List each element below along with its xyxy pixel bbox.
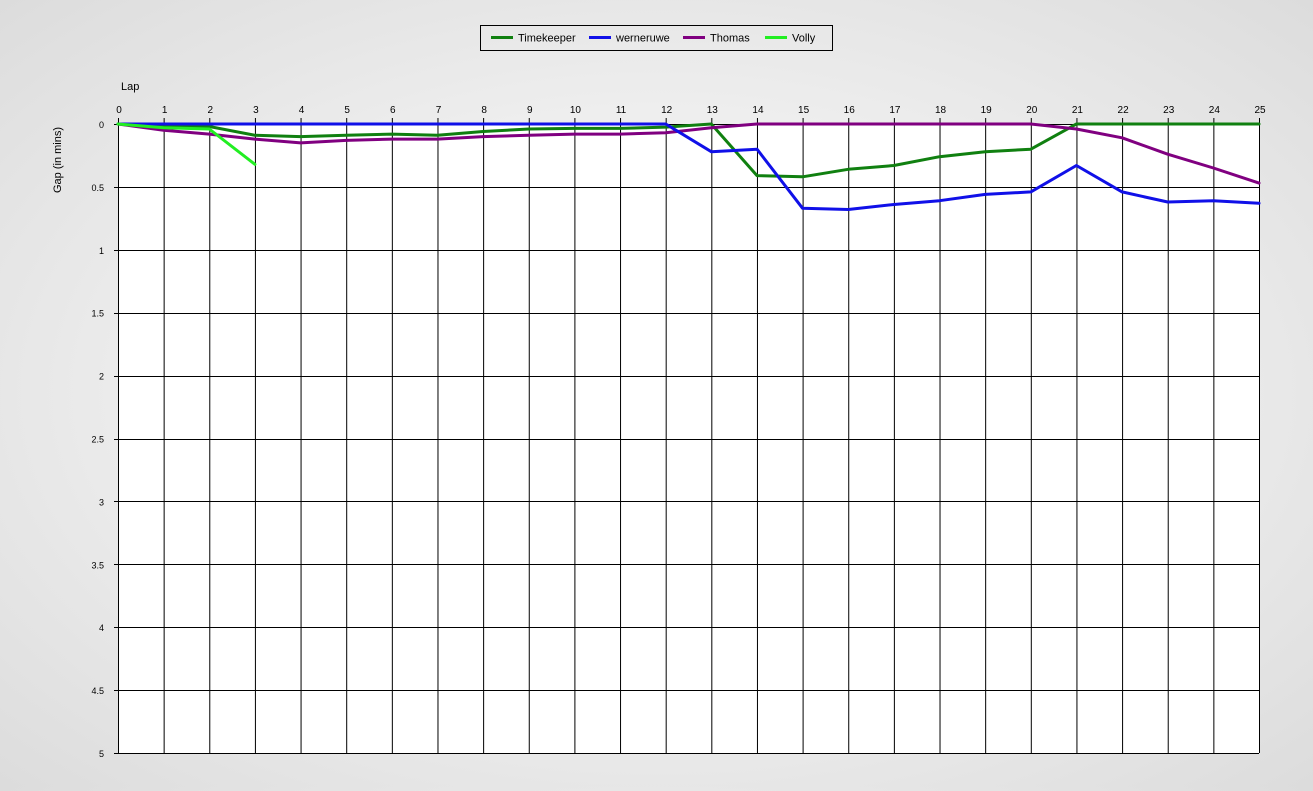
x-tick-label: 3 xyxy=(253,105,259,116)
x-tick-label: 22 xyxy=(1118,105,1130,116)
y-tick-label: 1.5 xyxy=(91,309,104,319)
line-chart: Timekeeper werneruwe Thomas Volly 012345678… xyxy=(52,25,1266,759)
plot-area xyxy=(118,124,1259,753)
x-tick-label: 1 xyxy=(162,105,168,116)
y-tick-label: 4 xyxy=(99,623,104,633)
x-tick-label: 6 xyxy=(390,105,396,116)
x-tick-label: 24 xyxy=(1209,105,1221,116)
x-tick-label: 17 xyxy=(889,105,901,116)
x-tick-label: 2 xyxy=(207,105,213,116)
y-tick-label: 4.5 xyxy=(91,686,104,696)
x-tick-label: 15 xyxy=(798,105,810,116)
x-tick-label: 19 xyxy=(981,105,993,116)
plot-grid xyxy=(114,118,1260,754)
x-axis-label: Lap xyxy=(121,81,139,93)
x-tick-label: 0 xyxy=(116,105,122,116)
chart-container: Timekeeper werneruwe Thomas Volly 012345678… xyxy=(0,0,1313,786)
y-tick-label: 3.5 xyxy=(91,560,104,570)
x-tick-label: 11 xyxy=(616,105,627,116)
x-tick-label: 10 xyxy=(570,105,582,116)
x-tick-label: 25 xyxy=(1254,105,1266,116)
legend-label: Timekeeper xyxy=(518,33,576,45)
x-tick-label: 7 xyxy=(436,105,442,116)
legend-label: werneruwe xyxy=(615,33,670,45)
x-tick-label: 18 xyxy=(935,105,947,116)
y-axis-label: Gap (in mins) xyxy=(52,127,64,193)
legend: Timekeeper werneruwe Thomas Volly xyxy=(480,25,833,51)
y-tick-label: 1 xyxy=(99,246,104,256)
y-tick-label: 5 xyxy=(99,749,104,759)
x-tick-label: 5 xyxy=(344,105,350,116)
y-tick-label: 2.5 xyxy=(91,435,104,445)
legend-label: Volly xyxy=(792,33,816,45)
x-tick-label: 20 xyxy=(1026,105,1038,116)
x-tick-label: 9 xyxy=(527,105,533,116)
x-tick-label: 13 xyxy=(707,105,719,116)
y-tick-label: 3 xyxy=(99,497,104,507)
x-tick-label: 23 xyxy=(1163,105,1175,116)
y-tick-label: 0 xyxy=(99,120,104,130)
x-tick-label: 14 xyxy=(752,105,764,116)
legend-label: Thomas xyxy=(710,33,750,45)
x-tick-label: 16 xyxy=(844,105,856,116)
x-tick-label: 21 xyxy=(1072,105,1084,116)
x-tick-label: 12 xyxy=(661,105,673,116)
y-tick-label: 0.5 xyxy=(91,183,104,193)
x-tick-label: 8 xyxy=(481,105,487,116)
x-tick-label: 4 xyxy=(299,105,305,116)
y-tick-label: 2 xyxy=(99,372,104,382)
